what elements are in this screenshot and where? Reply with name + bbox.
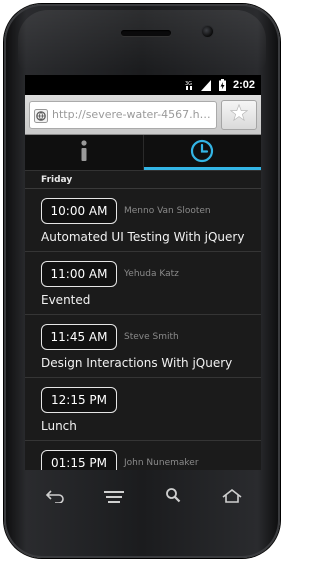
status-bar: 3G 2:02 xyxy=(25,75,261,95)
list-item[interactable]: 12:15 PM Lunch xyxy=(25,378,261,441)
clock-icon xyxy=(190,139,214,167)
session-title: Design Interactions With jQuery xyxy=(41,356,233,370)
back-button[interactable] xyxy=(40,485,70,509)
session-time: 11:00 AM xyxy=(41,261,117,287)
home-icon xyxy=(222,488,242,507)
session-list: 10:00 AM Menno Van Slooten Automated UI … xyxy=(25,189,261,470)
session-speaker: Menno Van Slooten xyxy=(124,206,211,216)
day-header: Friday xyxy=(25,171,261,189)
front-camera xyxy=(202,26,213,37)
tab-bar xyxy=(25,135,261,171)
session-speaker: Steve Smith xyxy=(124,332,179,342)
session-speaker: Yehuda Katz xyxy=(124,269,179,279)
list-item[interactable]: 11:00 AM Yehuda Katz Evented xyxy=(25,252,261,315)
session-time: 01:15 PM xyxy=(41,450,117,470)
hardware-nav-bar xyxy=(25,480,261,514)
globe-icon xyxy=(34,108,48,123)
url-input[interactable]: http://severe-water-4567.hero... xyxy=(29,100,217,129)
tab-info[interactable] xyxy=(25,135,143,170)
session-speaker: John Nunemaker xyxy=(124,458,199,468)
menu-button[interactable] xyxy=(99,485,129,509)
battery-charging-icon xyxy=(217,79,228,91)
session-time: 10:00 AM xyxy=(41,198,117,224)
menu-icon xyxy=(103,488,124,507)
session-time: 12:15 PM xyxy=(41,387,117,413)
phone-screen: 3G 2:02 http://severe-water-4567.hero... xyxy=(25,75,261,470)
signal-3g-icon: 3G xyxy=(185,79,196,91)
bookmark-button[interactable] xyxy=(221,99,257,130)
list-item[interactable]: 10:00 AM Menno Van Slooten Automated UI … xyxy=(25,189,261,252)
signal-bars-icon xyxy=(201,79,212,91)
list-item[interactable]: 11:45 AM Steve Smith Design Interactions… xyxy=(25,315,261,378)
status-time: 2:02 xyxy=(232,79,255,91)
earpiece-speaker xyxy=(121,30,171,36)
session-time: 11:45 AM xyxy=(41,324,117,350)
star-icon xyxy=(229,103,249,125)
session-title: Evented xyxy=(41,293,91,307)
back-icon xyxy=(45,488,65,507)
session-title: Lunch xyxy=(41,419,77,433)
session-title: Automated UI Testing With jQuery xyxy=(41,230,245,244)
home-button[interactable] xyxy=(217,485,247,509)
info-icon xyxy=(80,139,88,166)
device-glare xyxy=(18,10,266,70)
tab-schedule[interactable] xyxy=(142,135,262,170)
browser-url-bar: http://severe-water-4567.hero... xyxy=(25,95,261,135)
search-button[interactable] xyxy=(158,485,188,509)
search-icon xyxy=(165,487,181,507)
url-text: http://severe-water-4567.hero... xyxy=(52,108,216,121)
list-item[interactable]: 01:15 PM John Nunemaker xyxy=(25,441,261,470)
